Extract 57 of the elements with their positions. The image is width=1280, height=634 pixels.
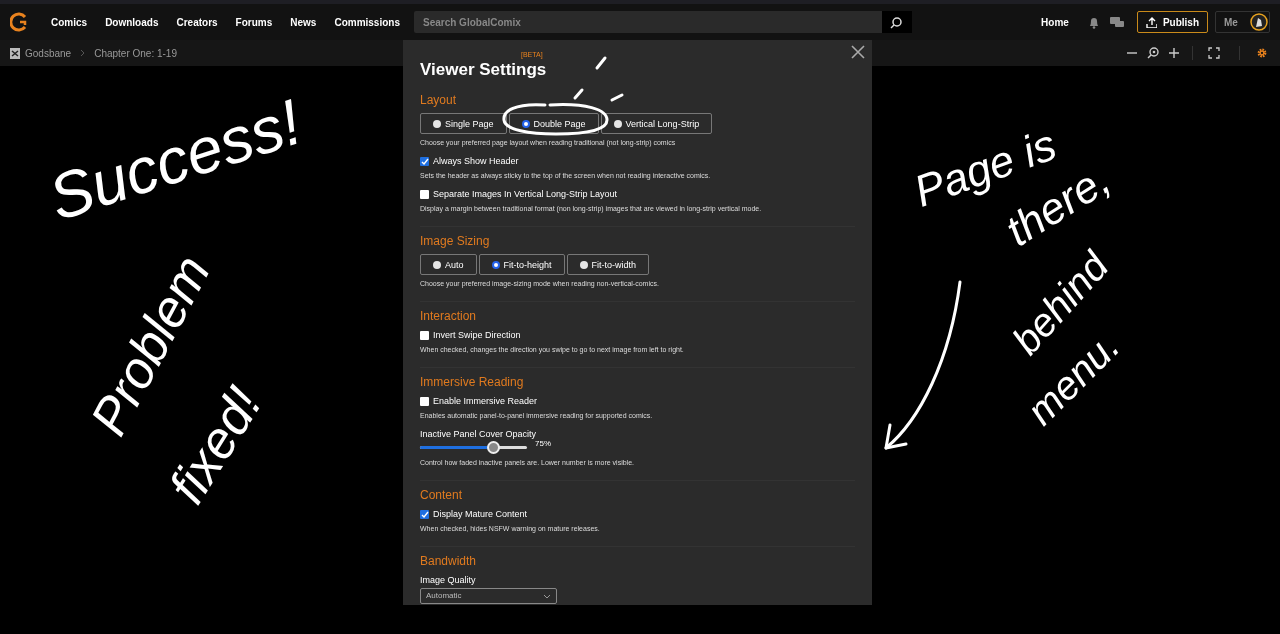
check-icon	[420, 510, 429, 518]
section-heading: Immersive Reading	[420, 374, 525, 390]
check-icon	[420, 157, 429, 165]
profile-button[interactable]: Me	[1215, 11, 1270, 33]
section-heading: Layout	[420, 92, 458, 108]
search-button[interactable]	[882, 11, 912, 33]
radio-option[interactable]: Single Page	[420, 113, 507, 134]
checkbox-label: Separate Images In Vertical Long-Strip Layout	[433, 188, 618, 200]
chat-icon[interactable]	[1108, 15, 1125, 29]
section-heading: Bandwidth	[420, 553, 478, 569]
radio-option[interactable]: Fit-to-width	[566, 254, 650, 275]
avatar-icon	[1250, 13, 1268, 31]
breadcrumb-link[interactable]: Godsbane	[25, 45, 72, 61]
checkbox[interactable]	[420, 330, 429, 340]
settings-icon[interactable]	[1256, 47, 1268, 59]
checkbox[interactable]	[420, 156, 429, 166]
upload-icon	[1145, 16, 1157, 28]
section-heading: Content	[420, 487, 464, 503]
chevron-icon	[80, 49, 86, 57]
quality-dropdown[interactable]: Automatic	[420, 588, 557, 604]
checkbox[interactable]	[420, 509, 429, 519]
checkbox-label: Invert Swipe Direction	[433, 329, 521, 341]
slider-value: 75%	[535, 439, 551, 450]
select-label: Image Quality	[420, 574, 477, 586]
checkbox-label: Always Show Header	[433, 155, 519, 167]
radio-option[interactable]: Vertical Long-Strip	[600, 113, 713, 134]
dialog-title: Viewer Settings	[420, 60, 547, 80]
section-heading: Interaction	[420, 308, 478, 324]
slider[interactable]	[420, 440, 527, 454]
nav-link[interactable]: Commissions	[334, 14, 400, 30]
checkbox[interactable]	[420, 189, 429, 199]
search-field[interactable]: Search GlobalComix	[414, 11, 882, 33]
close-icon	[851, 45, 865, 59]
chevron-down-icon	[543, 593, 551, 599]
search-icon	[890, 15, 904, 29]
close-button[interactable]	[851, 45, 865, 59]
checkbox[interactable]	[420, 396, 429, 406]
radio-option[interactable]: Auto	[420, 254, 477, 275]
breadcrumb-link[interactable]: Chapter One: 1-19	[94, 45, 177, 61]
zoom-in-icon[interactable]	[1168, 47, 1180, 59]
nav-link[interactable]: Creators	[176, 14, 218, 30]
radio-option[interactable]: Double Page	[508, 113, 599, 134]
series-icon[interactable]	[9, 46, 21, 60]
nav-link[interactable]: Comics	[51, 14, 88, 30]
publish-button[interactable]: Publish	[1136, 11, 1208, 33]
zoom-reset-icon[interactable]	[1147, 47, 1159, 59]
home-link[interactable]: Home	[1041, 14, 1069, 30]
checkbox-label: Enable Immersive Reader	[433, 395, 538, 407]
section-heading: Image Sizing	[420, 233, 491, 249]
nav-link[interactable]: Downloads	[105, 14, 159, 30]
nav-link[interactable]: News	[290, 14, 317, 30]
slider-thumb[interactable]	[486, 440, 500, 454]
fullscreen-icon[interactable]	[1208, 47, 1220, 59]
checkbox-label: Display Mature Content	[433, 508, 528, 520]
slider-label: Inactive Panel Cover Opacity	[420, 428, 538, 440]
radio-option[interactable]: Fit-to-height	[478, 254, 565, 275]
nav-link[interactable]: Forums	[235, 14, 273, 30]
